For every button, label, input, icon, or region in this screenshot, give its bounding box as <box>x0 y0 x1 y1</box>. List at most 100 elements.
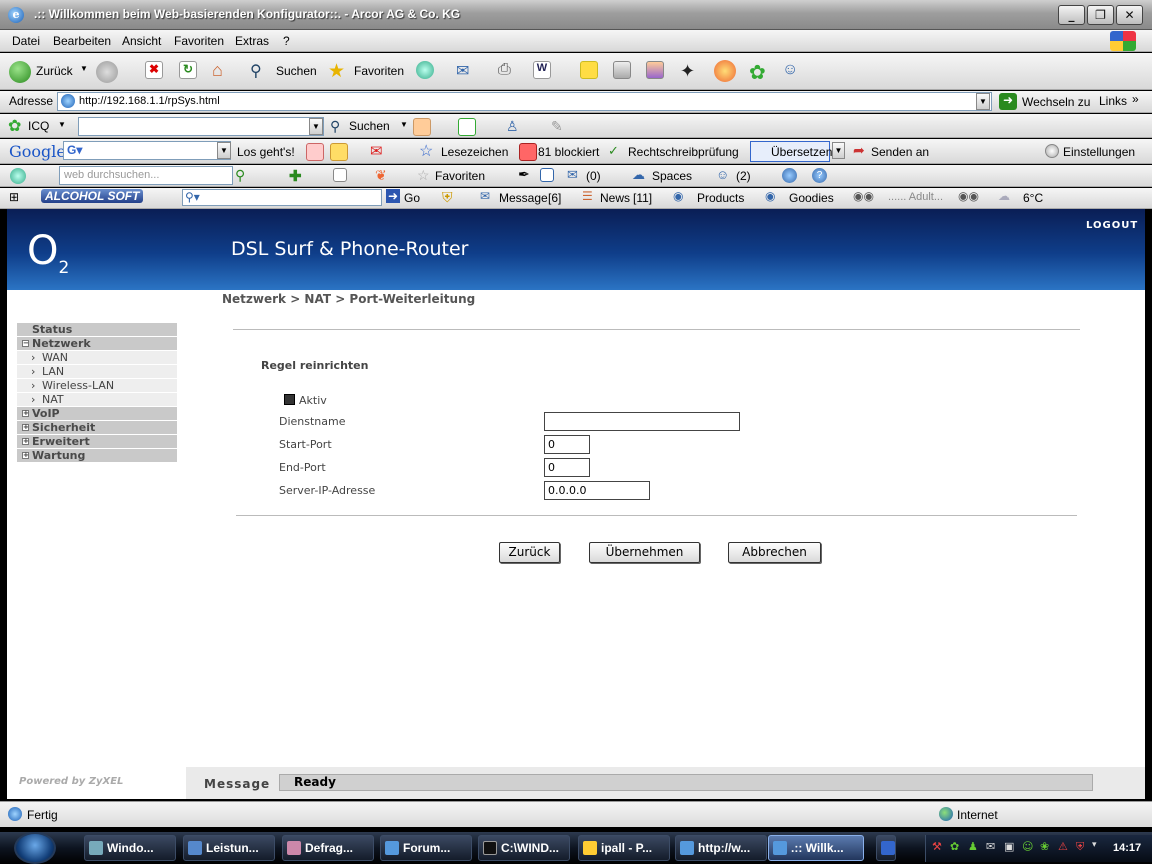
spellcheck-button[interactable]: Rechtschreibprüfung <box>628 145 739 159</box>
spellcheck-icon[interactable]: ✓ <box>608 143 619 159</box>
tray-tools-icon[interactable]: ⚒ <box>932 840 942 853</box>
menu-extras[interactable]: Extras <box>235 34 269 48</box>
google-news-icon[interactable] <box>306 143 324 161</box>
sidebar-item-netzwerk[interactable]: − Netzwerk <box>17 337 177 350</box>
google-puzzle-icon[interactable] <box>330 143 348 161</box>
alcohol-go-button[interactable]: Go <box>404 191 420 205</box>
alcohol-menu-icon[interactable]: ⊞ <box>9 190 19 204</box>
taskbar-item[interactable]: Leistun... <box>183 835 275 861</box>
add-icon[interactable]: ✚ <box>289 167 307 185</box>
go-button[interactable]: Wechseln zu <box>1022 95 1090 109</box>
bluetooth-icon[interactable]: ✦ <box>680 61 698 81</box>
sidebar-item-erweitert[interactable]: + Erweitert <box>17 435 177 448</box>
icq-search-options-icon[interactable]: ▼ <box>400 120 408 129</box>
server-ip-input[interactable]: 0.0.0.0 <box>544 481 650 500</box>
back-button[interactable]: Zurück <box>499 542 560 563</box>
taskbar-item[interactable]: http://w... <box>675 835 767 861</box>
icq-pencil-icon[interactable]: ✎ <box>551 118 569 136</box>
mail-count[interactable]: (0) <box>586 169 601 183</box>
alcohol-products[interactable]: Products <box>697 191 744 205</box>
heart-icon[interactable]: ❦ <box>375 167 393 185</box>
tray-flower-icon[interactable]: ❀ <box>1040 840 1049 853</box>
icq-smiley-icon[interactable] <box>413 118 431 136</box>
back-arrow-icon[interactable] <box>9 61 31 83</box>
favorites-small-star-icon[interactable]: ☆ <box>417 167 430 184</box>
forward-arrow-icon[interactable] <box>96 61 118 83</box>
taskbar-item[interactable]: ipall - P... <box>578 835 670 861</box>
alcohol-message[interactable]: Message <box>499 191 548 205</box>
sidebar-item-wireless-lan[interactable]: › Wireless-LAN <box>17 379 177 392</box>
gmail-icon[interactable]: ✉ <box>370 142 383 160</box>
contacts-icon[interactable]: ☺ <box>716 167 729 182</box>
search-button[interactable]: Suchen <box>276 64 317 78</box>
sidebar-item-status[interactable]: Status <box>17 323 177 336</box>
sidebar-item-sicherheit[interactable]: + Sicherheit <box>17 421 177 434</box>
research-icon[interactable] <box>613 61 631 79</box>
notepad-icon[interactable] <box>540 168 554 182</box>
icq-search-dropdown-icon[interactable]: ▼ <box>309 118 323 135</box>
apply-button[interactable]: Übernehmen <box>589 542 700 563</box>
back-dropdown-icon[interactable]: ▼ <box>80 64 88 73</box>
popups-blocked-label[interactable]: 81 blockiert <box>538 145 599 159</box>
sidebar-item-voip[interactable]: + VoIP <box>17 407 177 420</box>
alcohol-goodies[interactable]: Goodies <box>789 191 834 205</box>
sidebar-item-nat[interactable]: › NAT <box>17 393 177 406</box>
settings-button[interactable]: Einstellungen <box>1063 145 1135 159</box>
tray-messenger-icon[interactable]: ☺ <box>1022 840 1033 853</box>
maximize-button[interactable]: ❐ <box>1087 5 1114 25</box>
menu-help[interactable]: ? <box>283 34 290 48</box>
bookmarks-button[interactable]: Lesezeichen <box>441 145 508 159</box>
sidebar-item-lan[interactable]: › LAN <box>17 365 177 378</box>
send-to-icon[interactable]: ➦ <box>853 142 865 159</box>
google-search-input[interactable]: G▾ <box>63 141 231 160</box>
pen-icon[interactable]: ✒ <box>518 166 530 183</box>
mail-small-icon[interactable]: ✉ <box>567 167 578 183</box>
help-icon[interactable]: ? <box>812 168 827 183</box>
icq-user-icon[interactable]: ♙ <box>506 118 524 136</box>
end-port-input[interactable]: 0 <box>544 458 590 477</box>
settings-radio-icon[interactable] <box>1045 144 1059 158</box>
translate-dropdown-icon[interactable]: ▼ <box>832 142 845 159</box>
search-icon[interactable]: ⚲ <box>250 61 268 80</box>
tray-mail-icon[interactable]: ✉ <box>986 840 995 853</box>
back-button[interactable]: Zurück <box>36 64 73 78</box>
tray-shield-icon[interactable]: ⛨ <box>1076 840 1084 854</box>
icq-search-button[interactable]: Suchen <box>349 119 390 133</box>
taskbar-item[interactable]: Windo... <box>84 835 176 861</box>
messenger-icon[interactable] <box>646 61 664 79</box>
taskbar-item[interactable]: C:\WIND... <box>478 835 570 861</box>
home-icon[interactable]: ⌂ <box>212 60 230 80</box>
google-go-button[interactable]: Los geht's! <box>237 145 295 159</box>
print-icon[interactable]: ⎙ <box>498 61 516 79</box>
weather-icon[interactable] <box>714 60 736 82</box>
taskbar-overflow[interactable] <box>876 835 896 861</box>
stop-icon[interactable]: ✖ <box>145 61 163 79</box>
start-button[interactable] <box>14 832 56 864</box>
address-dropdown-icon[interactable]: ▼ <box>976 93 990 110</box>
alcohol-go-arrow-icon[interactable]: ➜ <box>386 189 401 203</box>
spaces-icon[interactable]: ☁ <box>632 167 645 183</box>
tray-user-icon[interactable]: ♟ <box>968 840 978 853</box>
translate-button[interactable]: Übersetzen <box>771 145 832 159</box>
start-port-input[interactable]: 0 <box>544 435 590 454</box>
tray-network-icon[interactable]: ▣ <box>1004 840 1014 853</box>
alcohol-adult[interactable]: ...... Adult... <box>888 191 943 203</box>
icq-search-input[interactable] <box>78 117 324 136</box>
taskbar-item-active[interactable]: .:: Willk... <box>768 835 864 861</box>
send-to-button[interactable]: Senden an <box>871 145 929 159</box>
media-controls-icon[interactable]: ◉◉ <box>853 189 874 203</box>
users-icon[interactable]: ☺ <box>782 61 800 79</box>
favorites-button[interactable]: Favoriten <box>354 64 404 78</box>
menu-favoriten[interactable]: Favoriten <box>174 34 224 48</box>
address-input[interactable]: http://192.168.1.1/rpSys.html <box>57 92 992 111</box>
menu-datei[interactable]: Datei <box>12 34 40 48</box>
goodies-icon[interactable]: ◉ <box>765 189 775 203</box>
shield-icon[interactable]: ⛨ <box>442 189 453 206</box>
taskbar-item[interactable]: Defrag... <box>282 835 374 861</box>
icq-dropdown-icon[interactable]: ▼ <box>58 120 66 129</box>
contacts-count[interactable]: (2) <box>736 169 751 183</box>
cancel-button[interactable]: Abbrechen <box>728 542 821 563</box>
edit-word-icon[interactable]: W <box>533 61 551 79</box>
notes-icon[interactable] <box>580 61 598 79</box>
taskbar-item[interactable]: Forum... <box>380 835 472 861</box>
